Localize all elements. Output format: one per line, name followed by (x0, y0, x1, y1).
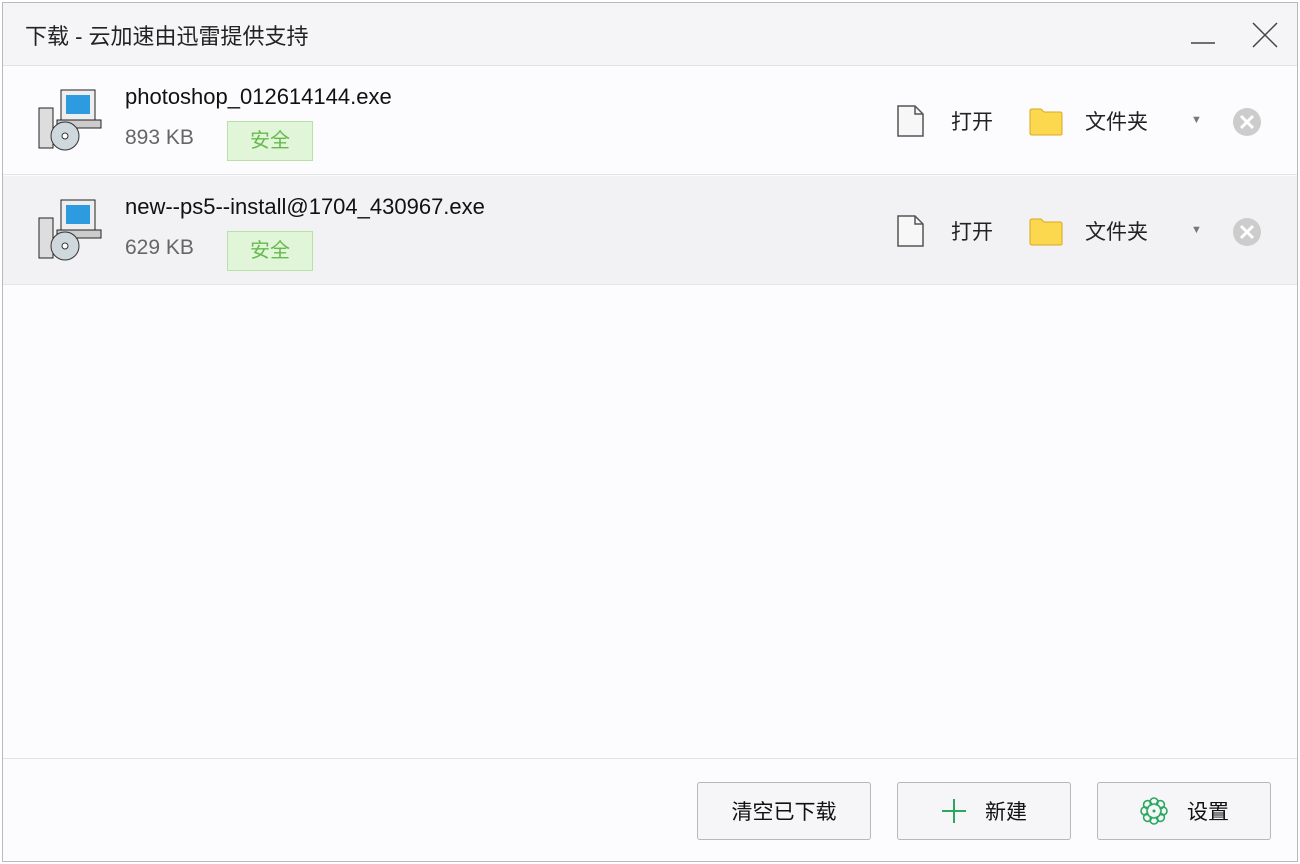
remove-icon[interactable] (1232, 217, 1262, 247)
file-icon[interactable] (896, 214, 926, 248)
minimize-button[interactable] (1185, 17, 1221, 53)
clear-label: 清空已下载 (732, 796, 837, 826)
safe-badge: 安全 (227, 121, 313, 161)
download-item[interactable]: new--ps5--install@1704_430967.exe 629 KB… (3, 176, 1297, 285)
open-button[interactable]: 打开 (951, 106, 993, 136)
plus-icon (941, 798, 967, 824)
file-icon[interactable] (896, 104, 926, 138)
window-title: 下载 - 云加速由迅雷提供支持 (25, 19, 309, 51)
file-size: 893 KB (125, 126, 194, 150)
folder-icon[interactable] (1029, 108, 1063, 136)
title-bar: 下载 - 云加速由迅雷提供支持 (3, 3, 1297, 66)
folder-button[interactable]: 文件夹 (1085, 216, 1148, 246)
gear-icon (1139, 796, 1169, 826)
open-button[interactable]: 打开 (951, 216, 993, 246)
new-label: 新建 (985, 796, 1027, 826)
chevron-down-icon[interactable]: ▼ (1191, 224, 1202, 236)
file-size: 629 KB (125, 236, 194, 260)
installer-icon (35, 86, 105, 156)
remove-icon[interactable] (1232, 107, 1262, 137)
download-item[interactable]: photoshop_012614144.exe 893 KB 安全 打开 文件夹… (3, 66, 1297, 175)
folder-icon[interactable] (1029, 218, 1063, 246)
download-window: 下载 - 云加速由迅雷提供支持 photoshop_012614144.exe … (2, 2, 1298, 862)
folder-button[interactable]: 文件夹 (1085, 106, 1148, 136)
installer-icon (35, 196, 105, 266)
settings-label: 设置 (1187, 796, 1229, 826)
footer-divider (3, 758, 1297, 759)
chevron-down-icon[interactable]: ▼ (1191, 114, 1202, 126)
close-button[interactable] (1247, 17, 1283, 53)
safe-badge: 安全 (227, 231, 313, 271)
new-download-button[interactable]: 新建 (897, 782, 1071, 840)
file-name[interactable]: photoshop_012614144.exe (125, 84, 392, 110)
settings-button[interactable]: 设置 (1097, 782, 1271, 840)
file-name[interactable]: new--ps5--install@1704_430967.exe (125, 194, 485, 220)
clear-downloaded-button[interactable]: 清空已下载 (697, 782, 871, 840)
